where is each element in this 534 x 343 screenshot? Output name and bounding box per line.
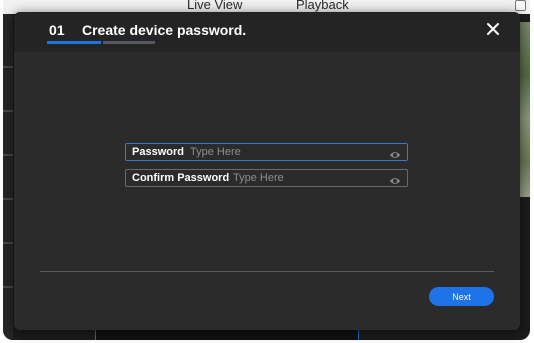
confirm-password-label: Confirm Password [132, 172, 230, 184]
left-strip-mark [3, 66, 13, 68]
tab-playback[interactable]: Playback [296, 0, 349, 12]
confirm-password-input[interactable] [233, 171, 383, 185]
password-field: Password [125, 143, 408, 161]
window-corner-icon[interactable] [515, 0, 526, 11]
password-label: Password [132, 146, 184, 158]
dialog-header: 01 Create device password. [14, 12, 520, 52]
confirm-password-field: Confirm Password [125, 169, 408, 187]
step-indicator-active [47, 41, 101, 44]
left-strip-mark [3, 242, 13, 244]
password-input[interactable] [190, 145, 380, 159]
step-indicator-inactive [103, 41, 155, 44]
close-icon [487, 23, 499, 35]
create-password-dialog: 01 Create device password. Password Conf… [14, 12, 520, 330]
footer-divider [40, 271, 494, 272]
left-strip-mark [3, 110, 13, 112]
next-button[interactable]: Next [429, 287, 494, 306]
left-strip-mark [3, 154, 13, 156]
eye-icon [389, 178, 401, 184]
tab-live-view[interactable]: Live View [187, 0, 242, 12]
left-strip-mark [3, 198, 13, 200]
close-button[interactable] [484, 20, 502, 38]
dialog-title: Create device password. [82, 22, 247, 38]
confirm-password-visibility-toggle[interactable] [389, 173, 401, 184]
left-strip-mark [3, 286, 13, 288]
left-panel-strip [3, 14, 13, 340]
eye-icon [389, 152, 401, 158]
step-number: 01 [49, 22, 65, 38]
password-visibility-toggle[interactable] [389, 147, 401, 158]
